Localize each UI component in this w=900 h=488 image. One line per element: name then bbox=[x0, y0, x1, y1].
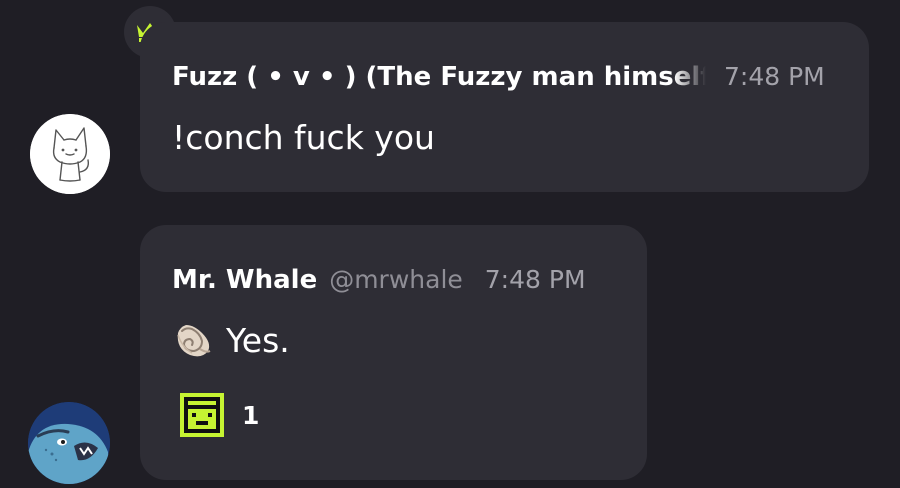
author-name[interactable]: Fuzz ( • v • ) (The Fuzzy man himself) bbox=[172, 62, 706, 92]
message-text: Yes. bbox=[226, 320, 290, 360]
author-name[interactable]: Mr. Whale bbox=[172, 265, 317, 295]
timestamp: 7:48 PM bbox=[484, 265, 586, 294]
message-bubble[interactable]: Mr. Whale @mrwhale 7:48 PM Yes. 1 bbox=[140, 225, 647, 480]
white-cat-avatar[interactable] bbox=[30, 114, 110, 194]
message-header: Fuzz ( • v • ) (The Fuzzy man himself) 7… bbox=[172, 62, 825, 92]
reaction-chip[interactable]: 1 bbox=[180, 393, 259, 437]
message-header: Mr. Whale @mrwhale 7:48 PM bbox=[172, 265, 586, 295]
whale-icon bbox=[28, 402, 110, 484]
green-pixel-face-icon bbox=[180, 393, 224, 437]
timestamp: 7:48 PM bbox=[724, 62, 825, 91]
reaction-count: 1 bbox=[242, 400, 260, 430]
message-content: Yes. bbox=[172, 319, 290, 361]
angry-whale-avatar[interactable] bbox=[28, 402, 110, 484]
cat-icon bbox=[30, 114, 110, 194]
chat-view: Fuzz ( • v • ) (The Fuzzy man himself) 7… bbox=[0, 0, 900, 488]
message-bubble[interactable]: Fuzz ( • v • ) (The Fuzzy man himself) 7… bbox=[140, 22, 869, 192]
spiral-shell-icon bbox=[172, 319, 214, 361]
message-text: !conch fuck you bbox=[172, 118, 435, 157]
author-handle[interactable]: @mrwhale bbox=[329, 265, 463, 294]
